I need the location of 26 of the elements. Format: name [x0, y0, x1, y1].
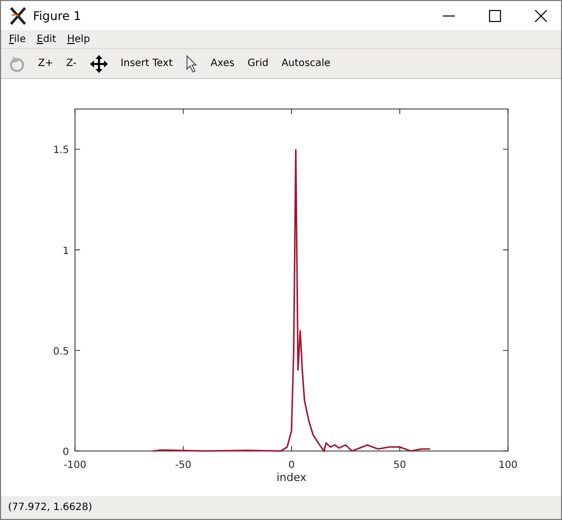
- move-arrows-icon[interactable]: [90, 54, 108, 72]
- menu-item[interactable]: Help: [67, 34, 90, 44]
- maximize-icon[interactable]: [489, 10, 501, 22]
- toolbar-button[interactable]: Axes: [210, 58, 234, 69]
- y-tick-label: 1.5: [53, 145, 69, 156]
- y-tick-label: 1: [62, 246, 69, 257]
- x-tick-label: 50: [393, 460, 406, 471]
- app-logo-icon: [9, 6, 27, 24]
- pointer-icon[interactable]: [186, 54, 198, 72]
- menu-item[interactable]: Edit: [36, 34, 56, 44]
- x-tick-label: -100: [64, 460, 86, 471]
- window-title: Figure 1: [33, 8, 82, 22]
- x-axis-label: index: [276, 471, 307, 484]
- toolbar-button[interactable]: Insert Text: [120, 58, 173, 69]
- toolbar-button[interactable]: Z+: [38, 58, 54, 69]
- toolbar-button[interactable]: Autoscale: [281, 58, 330, 69]
- menu-item[interactable]: File: [9, 34, 26, 44]
- y-tick-label: 0.5: [53, 346, 69, 358]
- x-tick-label: -50: [175, 460, 192, 471]
- close-icon[interactable]: [535, 10, 547, 22]
- toolbar-button[interactable]: Z-: [66, 58, 77, 69]
- cursor-coordinates: (77.972, 1.6628): [8, 502, 92, 513]
- y-tick-label: 0: [62, 447, 69, 458]
- x-tick-label: 100: [498, 460, 518, 471]
- x-tick-label: 0: [288, 460, 295, 471]
- toolbar-button[interactable]: Grid: [247, 58, 268, 69]
